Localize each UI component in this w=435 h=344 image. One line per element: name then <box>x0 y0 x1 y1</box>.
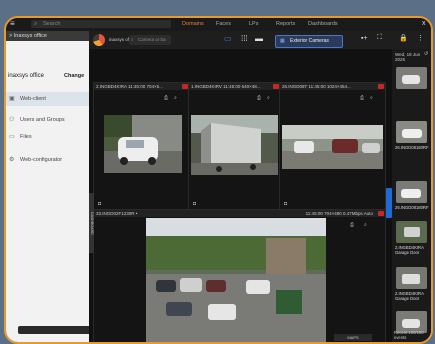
tile-header: 2.INGBD4KIRA 11:45:00 704×5... <box>94 83 189 90</box>
tab-dashboards[interactable]: Dashboards <box>308 21 338 27</box>
camera-search-input[interactable]: ⌕ Camera or ba <box>129 35 171 45</box>
search-icon: ⌕ <box>131 37 134 42</box>
close-icon[interactable]: x <box>422 20 426 27</box>
cameras-icon: ▦ <box>280 38 285 44</box>
tab-reports[interactable]: Reports <box>276 21 295 27</box>
camera-group-label: Exterior Cameras <box>290 38 329 44</box>
snapshot-icon[interactable]: ⎙ <box>164 95 168 101</box>
camera-feed-image <box>282 125 383 169</box>
history-icon[interactable]: ↺ <box>424 51 428 57</box>
monitor-icon[interactable]: ▭ <box>224 34 232 43</box>
snapshot-icon[interactable]: ⎙ <box>360 95 364 101</box>
nav-label: Web-configurator <box>20 157 63 163</box>
event-image <box>396 67 427 89</box>
camera-search-placeholder: Camera or ba <box>138 37 166 42</box>
event-label: 2.INGBD4KIRA Garage Door <box>395 245 424 255</box>
breadcrumb-text: > Inaxsys office <box>9 33 47 39</box>
monitor-icon: ▣ <box>9 96 15 102</box>
layout-grid-icon[interactable]: ⁞⁞⁞ <box>241 34 248 43</box>
tile-stream-info: 11:45:00 704×480 0.47Mbps Auto <box>305 211 373 216</box>
nav-web-client[interactable]: ▣ Web-client <box>6 92 89 106</box>
camera-tile-large[interactable]: 33.INGD02F1230R • 11:45:00 704×480 0.47M… <box>93 209 386 342</box>
tile-header: 33.INGD02F1230R • 11:45:00 704×480 0.47M… <box>94 210 385 217</box>
event-label: 26.INGD08180RF <box>395 145 429 150</box>
search-icon: ⌕ <box>34 21 38 27</box>
event-image <box>396 267 427 289</box>
search-placeholder: Search <box>43 21 61 27</box>
camera-icon: ◘ <box>284 201 288 207</box>
nav-files[interactable]: ▭ Files <box>6 130 89 144</box>
nav-label: Users and Groups <box>20 117 65 123</box>
tab-domains[interactable]: Domains <box>182 21 204 27</box>
fullscreen-icon[interactable]: ⛶ <box>377 34 382 42</box>
tile-header-text: 26.INGD08T 11:45:00 1024×454... <box>282 84 351 89</box>
event-thumbnail[interactable] <box>396 181 427 203</box>
event-label: 2.INGBD4KIRA Garage Door <box>395 291 424 301</box>
camera-icon: ◘ <box>193 201 197 207</box>
dashboard-tab[interactable]: DASHBOARD <box>89 193 94 253</box>
camera-tile[interactable]: 2.INGBD4KIRA 11:45:00 704×5... ⎙ ⌕ ◘ <box>93 82 190 211</box>
change-button[interactable]: Change <box>64 73 84 79</box>
events-sidebar: Wed, 18 Jun 2025 ↺ 26.INGD08180RF 26.ING… <box>392 49 431 342</box>
event-thumbnail[interactable] <box>396 267 427 289</box>
top-bar: ≡ ⌕ Search Domains Faces LPs Reports Das… <box>6 18 431 32</box>
camera-icon: ◘ <box>98 201 102 207</box>
add-camera-icon[interactable]: ▪+ <box>361 35 368 42</box>
record-indicator <box>378 84 384 89</box>
hamburger-icon[interactable]: ≡ <box>10 19 15 28</box>
zoom-icon[interactable]: ⌕ <box>267 95 270 101</box>
nav-users-and-groups[interactable]: ⚇ Users and Groups <box>6 113 89 127</box>
layout-single-icon[interactable]: ▬ <box>255 34 263 43</box>
breadcrumb[interactable]: > Inaxsys office <box>6 31 89 41</box>
zoom-icon[interactable]: ⌕ <box>370 95 373 101</box>
record-indicator <box>378 211 384 216</box>
maps-label: MAPS <box>347 335 359 340</box>
tile-header: 26.INGD08T 11:45:00 1024×454... <box>280 83 385 90</box>
event-image <box>396 121 427 143</box>
camera-tile[interactable]: 1.INGBD4KIRV 11:45:00 640×48... ⎙ ⌕ ◘ <box>188 82 281 211</box>
tile-header-text: 2.INGBD4KIRA 11:45:00 704×5... <box>96 84 163 89</box>
camera-group-select[interactable]: ▦ Exterior Cameras <box>275 35 343 48</box>
event-thumbnail[interactable] <box>396 67 427 89</box>
tab-faces[interactable]: Faces <box>216 21 231 27</box>
more-options-icon[interactable]: ⋮ <box>417 34 424 42</box>
lock-icon[interactable]: 🔒 <box>399 34 408 42</box>
camera-feed-image <box>191 115 278 175</box>
tab-lps[interactable]: LPs <box>249 21 258 27</box>
search-input[interactable]: ⌕ Search <box>31 20 171 28</box>
dashboard-tab-label: DASHBOARD <box>90 211 94 235</box>
users-icon: ⚇ <box>9 117 15 123</box>
org-name: inaxsys office <box>8 73 44 79</box>
tile-header: 1.INGBD4KIRV 11:45:00 640×48... <box>189 83 280 90</box>
event-label: 26.INGD08180RF <box>395 205 429 210</box>
settings-icon: ⚙ <box>9 157 15 163</box>
zoom-icon[interactable]: ⌕ <box>174 95 177 101</box>
camera-feed-image <box>104 115 182 173</box>
nav-label: Web-client <box>20 96 46 102</box>
event-thumbnail[interactable] <box>396 221 427 243</box>
folder-icon: ▭ <box>9 134 15 140</box>
event-image <box>396 221 427 243</box>
nav-label: Files <box>20 134 32 140</box>
app-frame: ≡ ⌕ Search Domains Faces LPs Reports Das… <box>4 16 433 344</box>
nav-web-configurator[interactable]: ⚙ Web-configurator <box>6 153 89 167</box>
snapshot-icon[interactable]: ⎙ <box>257 95 261 101</box>
logo-icon <box>93 34 105 46</box>
tile-header-text: 33.INGD02F1230R • <box>96 211 138 216</box>
web-client: inaxsys office ⌕ Camera or ba ▭ ⁞⁞⁞ ▬ ▦ … <box>89 31 431 342</box>
camera-tile[interactable]: 26.INGD08T 11:45:00 1024×454... ⎙ ⌕ ◘ <box>279 82 386 211</box>
left-pane: > Inaxsys office inaxsys office Change ▣… <box>6 31 113 342</box>
tile-header-text: 1.INGBD4KIRV 11:45:00 640×48... <box>191 84 261 89</box>
client-toolbar: inaxsys office ⌕ Camera or ba ▭ ⁞⁞⁞ ▬ ▦ … <box>89 31 431 49</box>
recent-events-count: Recent 100/100 events <box>394 330 424 340</box>
camera-feed-image <box>146 218 326 342</box>
snapshot-icon[interactable]: ⎙ <box>350 222 354 228</box>
maps-button[interactable]: MAPS <box>334 334 372 341</box>
event-thumbnail[interactable] <box>396 121 427 143</box>
zoom-icon[interactable]: ⌕ <box>364 222 367 228</box>
event-image <box>396 181 427 203</box>
